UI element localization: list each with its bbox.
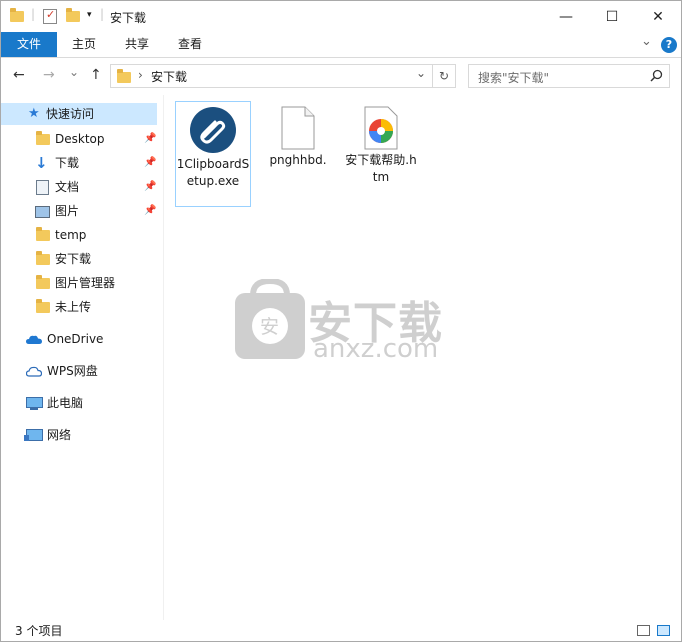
large-icons-view-icon[interactable]: [657, 625, 670, 636]
folder-icon: [117, 69, 131, 83]
file-name: 1ClipboardSetup.exe: [176, 157, 250, 188]
refresh-button[interactable]: ↻: [433, 64, 456, 88]
recent-locations-button[interactable]: ⌄: [69, 65, 79, 79]
nav-item-desktop[interactable]: Desktop 📌: [1, 128, 157, 150]
file-item[interactable]: 1ClipboardSetup.exe: [175, 101, 251, 207]
nav-network[interactable]: 网络: [1, 424, 157, 446]
details-view-icon[interactable]: [637, 625, 650, 636]
nav-quick-access[interactable]: ★ 快速访问: [1, 103, 157, 125]
folder-icon: [36, 227, 50, 241]
nav-label: WPS网盘: [47, 364, 98, 378]
nav-wps-drive[interactable]: WPS网盘: [1, 360, 157, 382]
pane-divider[interactable]: [163, 95, 164, 620]
address-bar[interactable]: › 安下载 ⌄: [110, 64, 433, 88]
nav-label: 网络: [47, 428, 72, 442]
cloud-outline-icon: [26, 366, 42, 377]
explorer-window: | ✓ ▾ | 安下载 — ☐ ✕ 文件 主页 共享 查看 ⌄ ? ← → ⌄ …: [0, 0, 682, 642]
nav-label: 文档: [55, 180, 80, 194]
search-box[interactable]: 搜索"安下载": [468, 64, 670, 88]
tab-view[interactable]: 查看: [166, 32, 214, 57]
folder-icon: [36, 275, 50, 289]
tab-file[interactable]: 文件: [1, 32, 57, 57]
file-name: 安下载帮助.htm: [345, 153, 417, 184]
watermark-badge: 安: [260, 316, 280, 338]
file-item[interactable]: 安下载帮助.htm: [344, 101, 418, 186]
address-dropdown-icon[interactable]: ⌄: [416, 66, 426, 80]
nav-label: 下载: [55, 156, 80, 170]
nav-label: 图片: [55, 204, 80, 218]
window-title: 安下载: [110, 11, 147, 25]
separator: |: [31, 7, 36, 21]
properties-icon[interactable]: ✓: [43, 8, 57, 24]
tab-share[interactable]: 共享: [113, 32, 161, 57]
pin-icon[interactable]: 📌: [144, 152, 156, 174]
minimize-button[interactable]: —: [543, 1, 589, 32]
help-icon[interactable]: ?: [661, 37, 677, 53]
ribbon-tabs: 文件 主页 共享 查看 ⌄ ?: [1, 32, 681, 58]
nav-label: OneDrive: [47, 332, 104, 346]
separator: |: [100, 7, 105, 21]
computer-stand: [30, 408, 38, 410]
nav-item-pictures[interactable]: 图片 📌: [1, 200, 157, 222]
search-input[interactable]: 搜索"安下载": [478, 69, 549, 86]
forward-button[interactable]: →: [43, 67, 55, 83]
nav-label: 快速访问: [46, 107, 95, 121]
close-button[interactable]: ✕: [635, 1, 681, 32]
breadcrumb-chevron-icon[interactable]: ›: [138, 68, 143, 82]
nav-item-not-uploaded[interactable]: 未上传: [1, 296, 157, 318]
nav-label: 此电脑: [47, 396, 84, 410]
nav-label: 图片管理器: [55, 276, 116, 290]
watermark-en: anxz.com: [313, 334, 439, 364]
clipboard-app-icon: [190, 107, 236, 153]
folder-icon: [36, 299, 50, 313]
new-folder-icon[interactable]: [66, 8, 80, 22]
nav-item-anxz[interactable]: 安下载: [1, 248, 157, 270]
folder-icon: [36, 131, 50, 145]
tab-home[interactable]: 主页: [60, 32, 108, 57]
status-bar: 3 个项目: [1, 620, 681, 641]
cloud-icon: [26, 335, 42, 344]
document-icon: [36, 180, 49, 195]
navigation-pane: ★ 快速访问 Desktop 📌 ↓ 下载 📌 文档 📌 图片 📌 temp 安…: [1, 95, 163, 620]
maximize-button[interactable]: ☐: [589, 1, 635, 32]
download-icon: ↓: [35, 154, 48, 172]
item-count: 3 个项目: [15, 624, 63, 638]
file-item[interactable]: pnghhbd.: [261, 101, 335, 169]
search-icon[interactable]: [650, 69, 663, 82]
nav-item-documents[interactable]: 文档 📌: [1, 176, 157, 198]
nav-label: 安下载: [55, 252, 92, 266]
nav-label: Desktop: [55, 132, 105, 146]
folder-icon: [10, 8, 24, 22]
computer-icon: [26, 397, 43, 408]
back-button[interactable]: ←: [13, 67, 25, 83]
nav-item-downloads[interactable]: ↓ 下载 📌: [1, 152, 157, 174]
up-button[interactable]: ↑: [90, 67, 102, 83]
blank-file-icon: [281, 106, 315, 150]
nav-label: 未上传: [55, 300, 92, 314]
pin-icon[interactable]: 📌: [144, 128, 156, 150]
network-plug: [24, 435, 29, 441]
customize-quick-access-icon[interactable]: ▾: [87, 10, 92, 20]
nav-item-temp[interactable]: temp: [1, 224, 157, 246]
pin-icon[interactable]: 📌: [144, 200, 156, 222]
title-bar: | ✓ ▾ | 安下载 — ☐ ✕: [1, 1, 681, 32]
watermark-logo: 安 安下载 anxz.com: [233, 277, 442, 364]
nav-label: temp: [55, 228, 87, 242]
htm-file-icon: [364, 106, 398, 150]
picture-icon: [35, 206, 50, 218]
pin-icon[interactable]: 📌: [144, 176, 156, 198]
nav-item-picture-manager[interactable]: 图片管理器: [1, 272, 157, 294]
nav-this-pc[interactable]: 此电脑: [1, 392, 157, 414]
folder-icon: [36, 251, 50, 265]
nav-onedrive[interactable]: OneDrive: [1, 328, 157, 350]
star-icon: ★: [28, 106, 40, 121]
expand-ribbon-icon[interactable]: ⌄: [641, 34, 652, 49]
file-name: pnghhbd.: [269, 153, 327, 167]
breadcrumb-current[interactable]: 安下载: [151, 68, 187, 85]
